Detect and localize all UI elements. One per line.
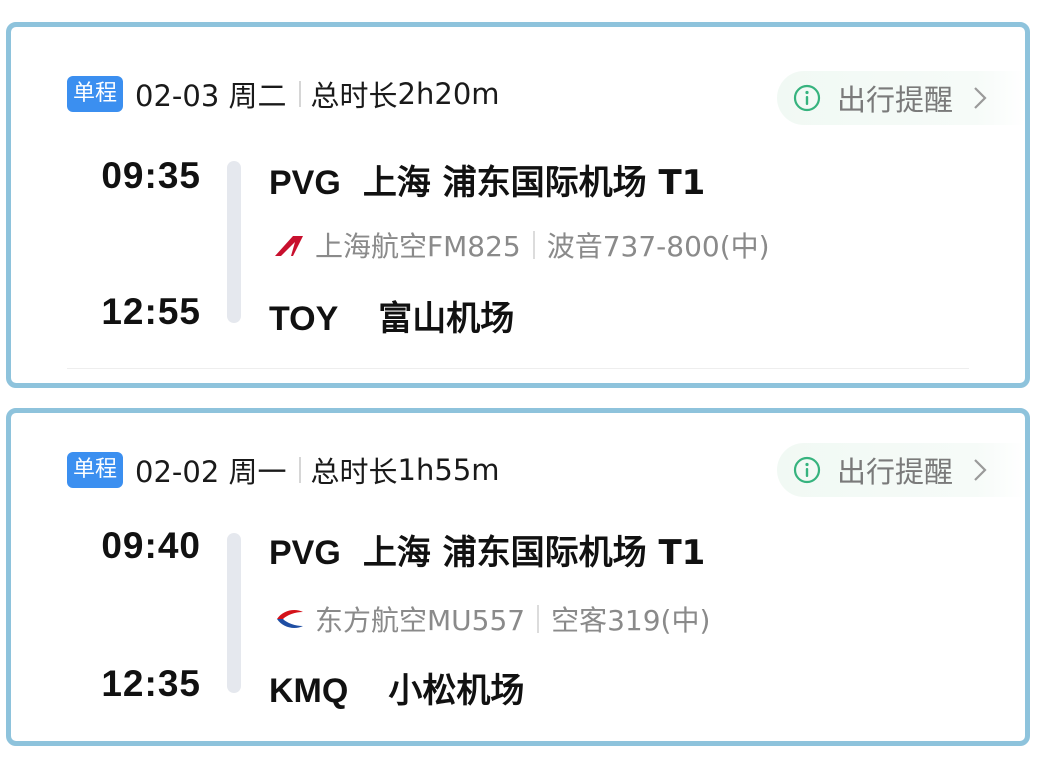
duration-value: 1h55m (397, 453, 500, 487)
arrival-airport-name: 富山机场 (378, 299, 515, 339)
arrival-time: 12:35 (101, 663, 201, 704)
duration-label: 总时长 (310, 79, 398, 113)
flight-card[interactable]: 单程 02-03 周二 总时长 2h20m 出行提醒 09:35 12:55 P… (6, 22, 1030, 388)
departure-airport: PVG 上海 浦东国际机场 T1 (269, 525, 705, 574)
flight-card[interactable]: 单程 02-02 周一 总时长 1h55m 出行提醒 09:40 12:35 P… (6, 408, 1030, 746)
reminder-label: 出行提醒 (837, 455, 954, 489)
card-divider (67, 368, 969, 369)
arrival-airport: TOY 富山机场 (269, 291, 514, 340)
airline-flight-number: 东方航空MU557 (315, 604, 526, 637)
trip-type-badge: 单程 (67, 76, 124, 112)
arrival-airport-code: TOY (269, 300, 339, 338)
departure-airport: PVG 上海 浦东国际机场 T1 (269, 155, 705, 204)
trip-header: 单程 02-02 周一 总时长 1h55m (67, 451, 500, 489)
arrival-airport-name: 小松机场 (388, 671, 525, 711)
duration-value: 2h20m (397, 77, 500, 111)
departure-airport-name: 上海 浦东国际机场 T1 (362, 533, 706, 573)
flight-date: 02-03 周二 (135, 79, 287, 113)
aircraft-type: 空客319(中) (551, 604, 711, 637)
shanghai-airlines-logo-icon (275, 236, 303, 256)
trip-type-badge: 单程 (67, 452, 124, 488)
china-eastern-logo-icon (277, 610, 303, 628)
trip-header: 单程 02-03 周二 总时长 2h20m (67, 75, 500, 113)
departure-airport-name: 上海 浦东国际机场 T1 (362, 163, 706, 203)
arrival-airport-code: KMQ (269, 672, 349, 710)
flight-info-divider (537, 605, 540, 633)
info-icon (793, 84, 821, 112)
timeline-bar (227, 533, 241, 693)
departure-time: 09:35 (101, 155, 201, 196)
flight-info-divider (532, 231, 535, 259)
flight-info: 东方航空MU557 空客319(中) (273, 599, 710, 639)
flight-date: 02-02 周一 (135, 455, 287, 489)
departure-airport-code: PVG (269, 534, 341, 572)
chevron-right-icon (974, 459, 987, 481)
departure-time: 09:40 (101, 525, 201, 566)
travel-reminder-button[interactable]: 出行提醒 (777, 443, 1025, 497)
timeline-bar (227, 161, 241, 323)
travel-reminder-button[interactable]: 出行提醒 (777, 71, 1025, 125)
chevron-right-icon (974, 87, 987, 109)
info-icon (793, 456, 821, 484)
reminder-label: 出行提醒 (837, 83, 954, 117)
header-divider (298, 457, 301, 483)
header-divider (298, 81, 301, 107)
departure-airport-code: PVG (269, 164, 341, 202)
arrival-airport: KMQ 小松机场 (269, 663, 524, 712)
airline-flight-number: 上海航空FM825 (315, 230, 521, 263)
aircraft-type: 波音737-800(中) (546, 230, 770, 263)
arrival-time: 12:55 (101, 291, 201, 332)
flight-info: 上海航空FM825 波音737-800(中) (273, 225, 770, 265)
duration-label: 总时长 (310, 455, 398, 489)
